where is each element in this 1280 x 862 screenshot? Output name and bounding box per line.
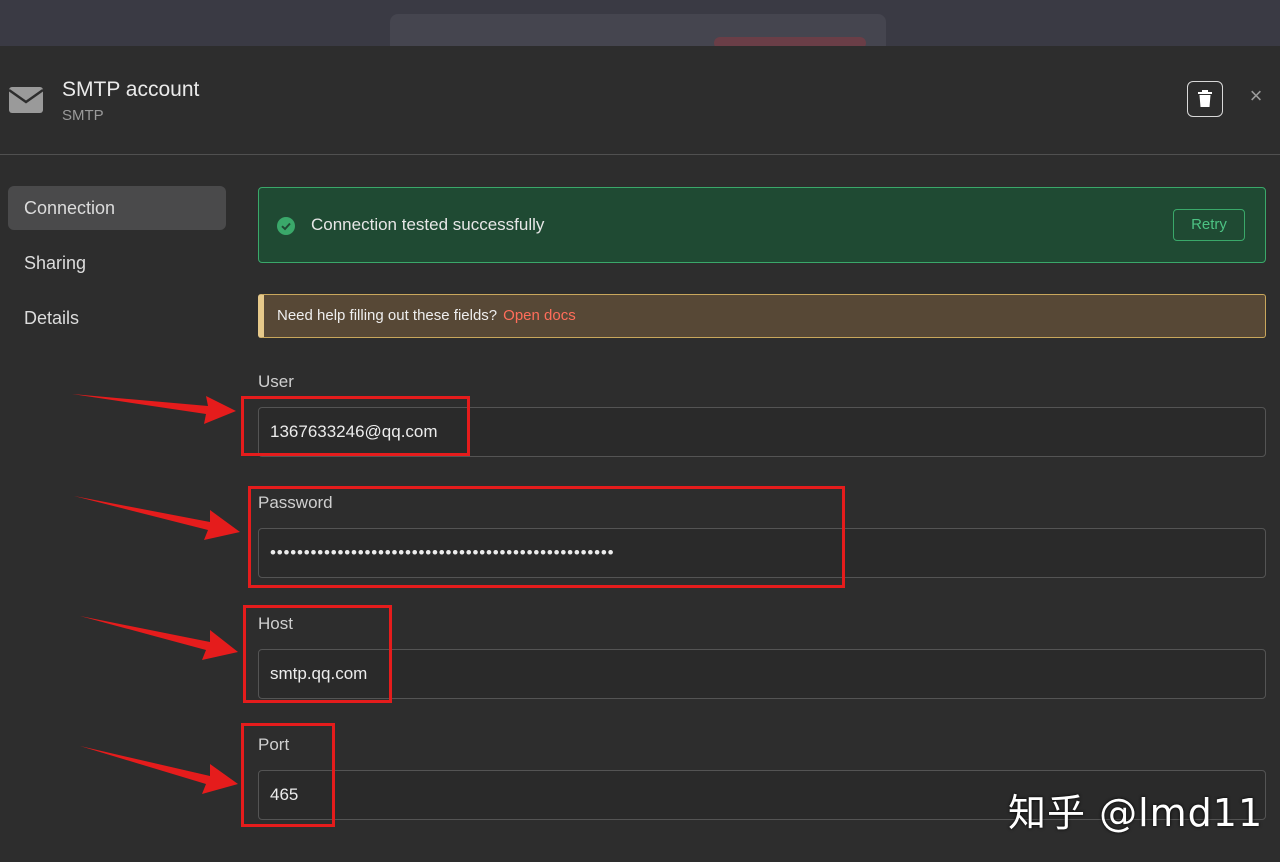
help-text: Need help filling out these fields?	[277, 307, 498, 324]
port-label: Port	[258, 735, 290, 754]
password-field[interactable]: ••••••••••••••••••••••••••••••••••••••••…	[258, 528, 1266, 578]
retry-button[interactable]: Retry	[1173, 209, 1245, 241]
check-circle-icon	[277, 217, 295, 235]
modal-header: SMTP account SMTP ×	[0, 46, 1280, 155]
mail-icon	[8, 87, 44, 113]
sidebar-item-connection[interactable]: Connection	[8, 186, 226, 230]
sidebar-item-details[interactable]: Details	[8, 296, 226, 340]
trash-icon	[1198, 90, 1212, 107]
user-label: User	[258, 372, 294, 391]
delete-button[interactable]	[1187, 81, 1223, 117]
watermark: 知乎 @lmd11	[1008, 791, 1264, 835]
modal-subtitle: SMTP	[62, 107, 104, 124]
help-banner: Need help filling out these fields? Open …	[258, 294, 1266, 338]
open-docs-link[interactable]: Open docs	[503, 307, 576, 324]
close-icon[interactable]: ×	[1246, 85, 1266, 107]
user-field[interactable]: 1367633246@qq.com	[258, 407, 1266, 457]
success-message: Connection tested successfully	[311, 215, 545, 234]
password-label: Password	[258, 493, 333, 512]
host-field[interactable]: smtp.qq.com	[258, 649, 1266, 699]
connection-success-banner: Connection tested successfully Retry	[258, 187, 1266, 263]
modal-title: SMTP account	[62, 78, 200, 101]
sidebar-item-sharing[interactable]: Sharing	[8, 241, 226, 285]
host-label: Host	[258, 614, 293, 633]
page-backdrop	[0, 0, 1280, 54]
credential-modal: SMTP account SMTP × Connection Sharing D…	[0, 46, 1280, 862]
